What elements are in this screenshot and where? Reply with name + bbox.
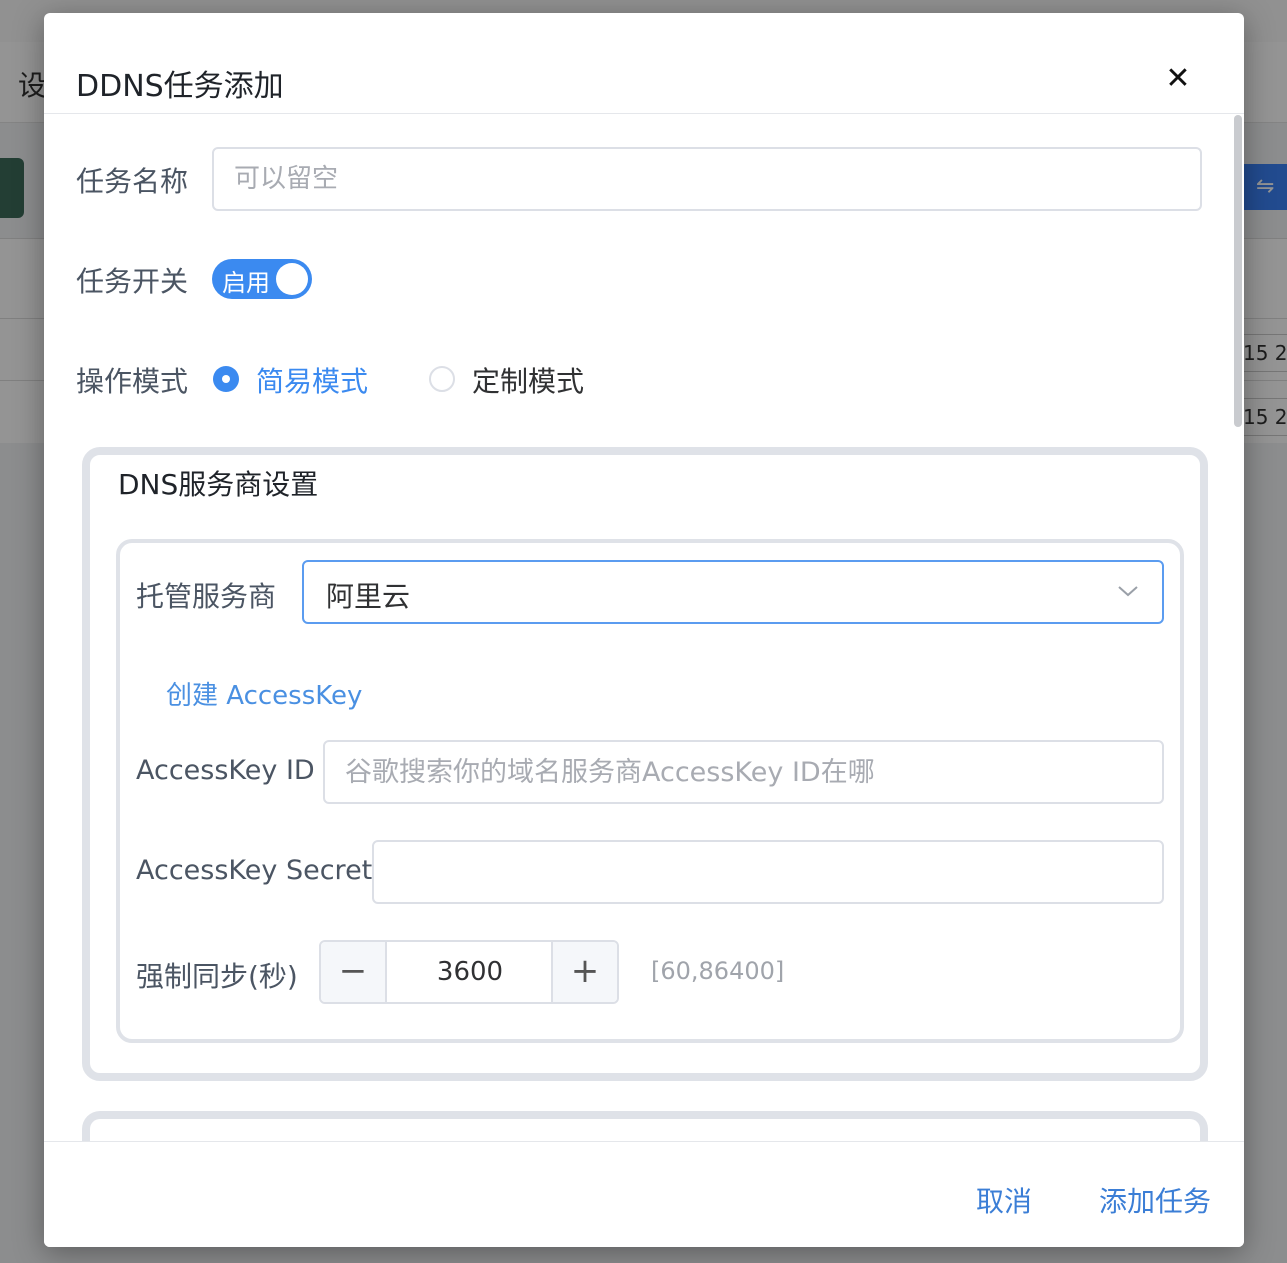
force-sync-range-hint: [60,86400]	[651, 957, 785, 985]
dialog-footer: 取消 添加任务	[44, 1141, 1244, 1247]
provider-select-value: 阿里云	[326, 580, 411, 613]
create-accesskey-link[interactable]: 创建 AccessKey	[166, 675, 362, 712]
mode-label: 操作模式	[76, 365, 189, 398]
ddns-task-dialog: DDNS任务添加 ✕ 任务名称 任务开关 启用 操作模式 简易模式 定制模式 D…	[44, 13, 1244, 1247]
radio-custom-mode[interactable]	[429, 366, 455, 392]
provider-select[interactable]: 阿里云	[302, 560, 1164, 624]
radio-simple-mode[interactable]	[213, 366, 239, 392]
accesskey-secret-input[interactable]	[372, 840, 1164, 904]
dialog-body: 任务名称 任务开关 启用 操作模式 简易模式 定制模式 DNS服务商设置 托管服…	[44, 114, 1244, 1141]
provider-settings-panel: 托管服务商 阿里云 创建 AccessKey AccessKey ID Acce…	[116, 539, 1184, 1043]
task-name-input[interactable]	[212, 147, 1202, 211]
cancel-button[interactable]: 取消	[976, 1180, 1032, 1220]
dialog-scrollbar[interactable]	[1234, 115, 1242, 427]
force-sync-stepper: − 3600 +	[319, 940, 619, 1004]
close-icon[interactable]: ✕	[1162, 63, 1194, 95]
provider-label: 托管服务商	[136, 580, 277, 613]
dialog-title: DDNS任务添加	[76, 69, 284, 104]
accesskey-id-label: AccessKey ID	[136, 755, 315, 786]
task-enable-switch[interactable]: 启用	[212, 259, 312, 299]
force-sync-value[interactable]: 3600	[387, 942, 553, 1002]
custom-mode-label[interactable]: 定制模式	[472, 360, 584, 400]
chevron-down-icon	[1118, 586, 1138, 597]
simple-mode-label[interactable]: 简易模式	[256, 360, 368, 400]
add-task-button[interactable]: 添加任务	[1099, 1180, 1211, 1220]
dialog-header: DDNS任务添加 ✕	[44, 13, 1244, 114]
section-title: DNS服务商设置	[118, 468, 319, 501]
accesskey-secret-label: AccessKey Secret	[136, 855, 373, 886]
task-switch-label: 任务开关	[76, 265, 189, 298]
increment-button[interactable]: +	[551, 942, 617, 1002]
dns-provider-section: DNS服务商设置 托管服务商 阿里云 创建 AccessKey AccessKe…	[82, 447, 1208, 1081]
force-sync-label: 强制同步(秒)	[136, 960, 298, 993]
switch-state-text: 启用	[222, 269, 270, 297]
accesskey-id-input[interactable]	[323, 740, 1164, 804]
switch-knob	[276, 263, 308, 295]
decrement-button[interactable]: −	[321, 942, 387, 1002]
task-name-label: 任务名称	[76, 165, 189, 198]
next-section	[82, 1111, 1208, 1141]
